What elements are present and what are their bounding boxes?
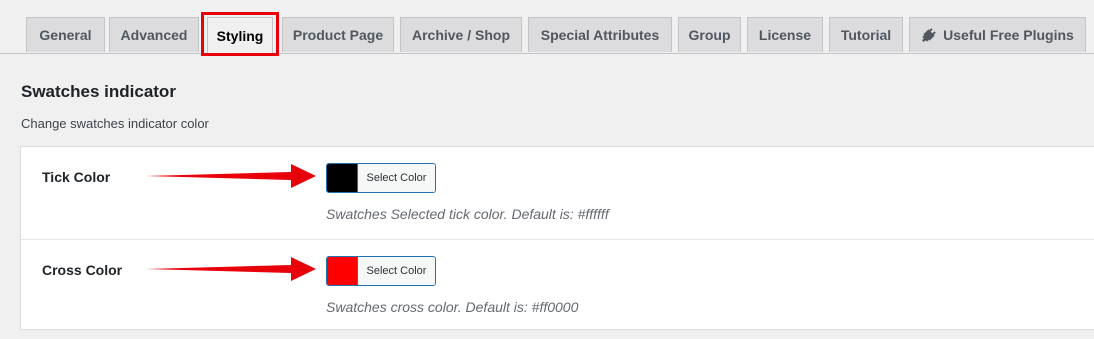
tab-license[interactable]: License bbox=[747, 17, 823, 52]
tab-label: General bbox=[39, 27, 92, 43]
tab-label: Useful Free Plugins bbox=[943, 27, 1074, 43]
tab-general[interactable]: General bbox=[26, 17, 105, 52]
tab-tutorial[interactable]: Tutorial bbox=[829, 17, 903, 52]
tab-bar: General Advanced Styling Product Page Ar… bbox=[0, 0, 1094, 54]
select-color-button[interactable]: Select Color bbox=[357, 257, 435, 285]
setting-description: Swatches cross color. Default is: #ff000… bbox=[326, 299, 579, 315]
tab-advanced[interactable]: Advanced bbox=[109, 17, 199, 52]
tick-color-picker[interactable]: Select Color bbox=[326, 163, 436, 193]
setting-description: Swatches Selected tick color. Default is… bbox=[326, 206, 609, 222]
tab-label: Styling bbox=[216, 27, 264, 44]
color-swatch bbox=[327, 257, 357, 285]
setting-label: Tick Color bbox=[42, 169, 111, 185]
red-arrow-icon bbox=[146, 257, 316, 281]
section-title: Swatches indicator bbox=[21, 82, 176, 101]
tab-label: Group bbox=[688, 27, 731, 43]
cross-color-picker[interactable]: Select Color bbox=[326, 256, 436, 286]
tab-label: Advanced bbox=[120, 27, 188, 43]
tab-label: License bbox=[758, 27, 812, 43]
tab-archive-shop[interactable]: Archive / Shop bbox=[400, 17, 522, 52]
tab-group[interactable]: Group bbox=[678, 17, 741, 52]
setting-label: Cross Color bbox=[42, 262, 123, 278]
tab-label: Special Attributes bbox=[540, 27, 660, 43]
tab-styling[interactable]: Styling bbox=[207, 17, 273, 54]
setting-row-cross-color: Cross Color Select Color Swatches cross … bbox=[21, 239, 1094, 332]
section-description: Change swatches indicator color bbox=[21, 116, 209, 131]
tab-useful-free-plugins[interactable]: Useful Free Plugins bbox=[909, 17, 1086, 52]
tab-label: Archive / Shop bbox=[411, 27, 511, 43]
tab-special-attributes[interactable]: Special Attributes bbox=[528, 17, 672, 52]
settings-table: Tick Color Select Color Swatches Selecte… bbox=[20, 146, 1094, 330]
tab-product-page[interactable]: Product Page bbox=[282, 17, 394, 52]
plug-icon bbox=[922, 28, 936, 42]
tab-label: Tutorial bbox=[840, 27, 892, 43]
setting-row-tick-color: Tick Color Select Color Swatches Selecte… bbox=[21, 147, 1094, 239]
red-arrow-icon bbox=[146, 164, 316, 188]
select-color-button[interactable]: Select Color bbox=[357, 164, 435, 192]
tab-label: Product Page bbox=[292, 27, 384, 43]
color-swatch bbox=[327, 164, 357, 192]
